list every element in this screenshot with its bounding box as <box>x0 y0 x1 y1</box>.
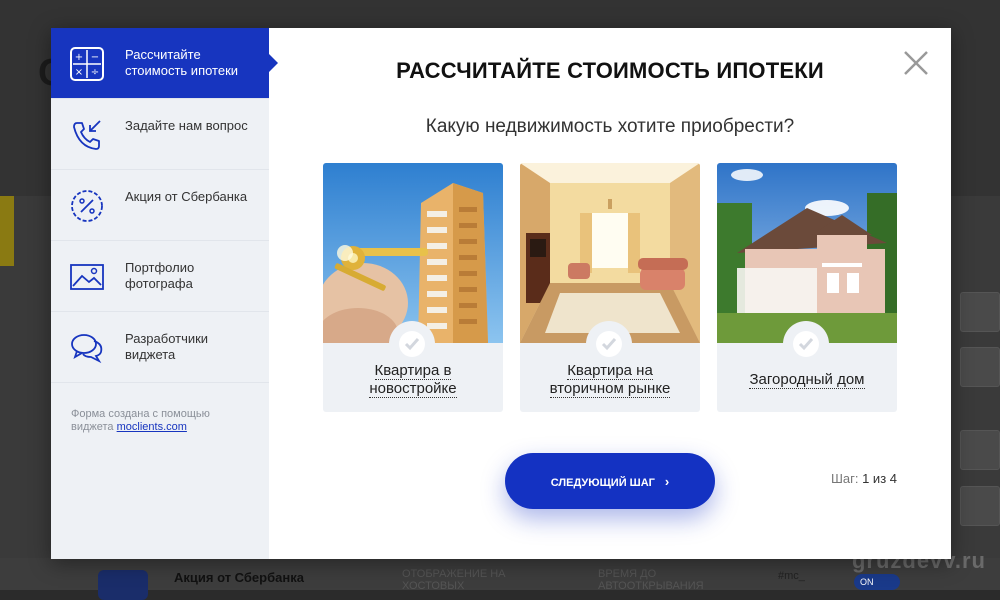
step-value: 1 из 4 <box>862 471 897 486</box>
new-building-photo <box>323 163 503 343</box>
close-icon[interactable] <box>903 50 929 76</box>
option-label-line1: Квартира в <box>374 362 452 380</box>
apartment-interior-photo <box>520 163 700 343</box>
svg-text:−: − <box>91 52 99 63</box>
sidebar-item-label: Портфолио фотографа <box>125 260 195 291</box>
option-card-country-house[interactable]: Загородный дом <box>717 163 897 412</box>
discount-badge-icon <box>71 190 103 222</box>
background-row-col3: ВРЕМЯ ДО АВТООТКРЫВАНИЯ <box>598 568 704 592</box>
option-label-line2: новостройке <box>369 380 457 398</box>
option-check <box>783 321 829 367</box>
next-step-button[interactable]: Следующий шаг › <box>505 453 715 509</box>
page-title: РАССЧИТАЙТЕ СТОИМОСТЬ ИПОТЕКИ <box>396 58 824 83</box>
svg-text:+: + <box>75 52 83 63</box>
credit-link[interactable]: moclients.com <box>117 421 187 433</box>
step-indicator: Шаг: 1 из 4 <box>831 471 897 486</box>
option-label-line1: Квартира на <box>567 362 653 380</box>
option-label: Квартира в новостройке <box>323 362 503 398</box>
background-row-col2: ОТОБРАЖЕНИЕ НА ХОСТОВЫХ <box>402 568 506 592</box>
option-check <box>586 321 632 367</box>
background-row-icon <box>98 570 148 600</box>
widget-main: РАССЧИТАЙТЕ СТОИМОСТЬ ИПОТЕКИ Какую недв… <box>269 28 951 559</box>
option-label-line1: Загородный дом <box>749 371 865 389</box>
background-row-toggle: ON <box>854 574 900 590</box>
background-row-col4: #mc_ <box>778 570 805 582</box>
svg-text:÷: ÷ <box>91 67 99 78</box>
option-label-line2: вторичном рынке <box>549 380 671 398</box>
widget-credit: Форма создана с помощью виджета moclient… <box>71 408 251 434</box>
sidebar-item-label: Акция от Сбербанка <box>125 189 248 204</box>
widget-sidebar: + − × ÷ Рассчитайте стоимость ипотеки За… <box>51 28 278 559</box>
sidebar-item-label: Рассчитайте стоимость ипотеки <box>125 47 239 78</box>
check-icon <box>798 338 814 351</box>
option-check <box>389 321 435 367</box>
background-delete-button <box>960 486 1000 526</box>
option-card-new-building[interactable]: Квартира в новостройке <box>323 163 503 412</box>
check-icon <box>601 338 617 351</box>
background-table-row: Акция от Сбербанка ОТОБРАЖЕНИЕ НА ХОСТОВ… <box>0 558 1000 600</box>
mortgage-widget-modal: + − × ÷ Рассчитайте стоимость ипотеки За… <box>51 28 951 559</box>
calculator-icon: + − × ÷ <box>70 47 104 81</box>
background-edit-button <box>960 292 1000 332</box>
sidebar-item-mortgage-calculator[interactable]: + − × ÷ Рассчитайте стоимость ипотеки <box>51 28 278 99</box>
chevron-right-icon: › <box>664 473 670 489</box>
svg-text:×: × <box>75 67 83 78</box>
phone-call-icon <box>73 120 101 150</box>
sidebar-item-ask-question[interactable]: Задайте нам вопрос <box>51 99 269 170</box>
option-label: Загородный дом <box>717 371 897 389</box>
option-label: Квартира на вторичном рынке <box>520 362 700 398</box>
image-icon <box>70 264 104 290</box>
background-delete-button <box>960 347 1000 387</box>
background-yellow-tab <box>0 196 14 266</box>
next-step-label: Следующий шаг <box>550 476 655 489</box>
background-edit-button <box>960 430 1000 470</box>
sidebar-item-sberbank-promo[interactable]: Акция от Сбербанка <box>51 170 269 241</box>
option-card-secondary-market[interactable]: Квартира на вторичном рынке <box>520 163 700 412</box>
sidebar-item-widget-developers[interactable]: Разработчики виджета <box>51 312 269 383</box>
country-house-photo <box>717 163 897 343</box>
check-icon <box>404 338 420 351</box>
background-row-title: Акция от Сбербанка <box>174 570 304 585</box>
question-text: Какую недвижимость хотите приобрести? <box>425 116 795 137</box>
sidebar-item-label: Разработчики виджета <box>125 331 209 362</box>
step-label: Шаг: <box>830 471 859 486</box>
chat-bubbles-icon <box>71 334 103 364</box>
sidebar-item-photographer-portfolio[interactable]: Портфолио фотографа <box>51 241 269 312</box>
sidebar-item-label: Задайте нам вопрос <box>125 118 248 133</box>
